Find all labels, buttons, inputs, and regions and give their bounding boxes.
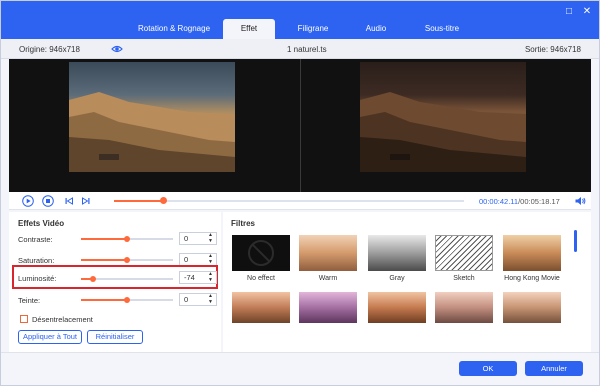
contrast-slider-fill bbox=[81, 238, 127, 240]
saturation-slider-handle[interactable] bbox=[124, 257, 130, 263]
apply-all-button[interactable]: Appliquer à Tout bbox=[18, 330, 82, 344]
contrast-stepper[interactable]: 0 ▲ ▼ bbox=[179, 232, 217, 245]
contrast-label: Contraste: bbox=[18, 235, 53, 244]
filter-thumb-row2-1[interactable] bbox=[232, 292, 290, 323]
filters-scrollbar[interactable] bbox=[574, 230, 577, 252]
restore-icon[interactable]: □ bbox=[563, 6, 575, 18]
progress-handle[interactable] bbox=[159, 197, 167, 204]
progress-fill bbox=[114, 200, 163, 202]
hue-slider-fill bbox=[81, 299, 127, 301]
stepper-arrows-icon[interactable]: ▲ ▼ bbox=[208, 293, 214, 305]
hue-slider-handle[interactable] bbox=[124, 297, 130, 303]
tab-bar: Rotation & Rognage Effet Filigrane Audio… bbox=[1, 19, 599, 39]
brightness-value: -74 bbox=[184, 273, 195, 282]
output-preview bbox=[301, 59, 591, 192]
effects-dialog: □ ✕ Rotation & Rognage Effet Filigrane A… bbox=[0, 0, 600, 386]
time-display: 00:00:42.11/00:05:18.17 bbox=[479, 197, 560, 206]
contrast-slider-handle[interactable] bbox=[124, 236, 130, 242]
next-frame-icon[interactable] bbox=[80, 195, 92, 207]
tab-effect[interactable]: Effet bbox=[223, 19, 275, 39]
brightness-stepper[interactable]: -74 ▲ ▼ bbox=[179, 271, 217, 284]
tab-audio[interactable]: Audio bbox=[353, 19, 399, 39]
filter-sketch-label: Sketch bbox=[453, 275, 475, 282]
stepper-arrows-icon[interactable]: ▲ ▼ bbox=[208, 253, 214, 265]
filter-thumb-row2-2[interactable] bbox=[299, 292, 357, 323]
hue-label: Teinte: bbox=[18, 296, 41, 305]
preview-area bbox=[9, 59, 591, 192]
tab-watermark[interactable]: Filigrane bbox=[287, 19, 339, 39]
tab-rotation-crop[interactable]: Rotation & Rognage bbox=[127, 19, 221, 39]
dialog-footer: OK Annuler bbox=[1, 352, 599, 385]
filter-thumb-row2-3[interactable] bbox=[368, 292, 426, 323]
stepper-arrows-icon[interactable]: ▲ ▼ bbox=[208, 232, 214, 244]
filters-title: Filtres bbox=[231, 219, 256, 228]
filter-hong-kong-movie-label: Hong Kong Movie bbox=[504, 275, 560, 282]
output-resolution: Sortie: 946x718 bbox=[524, 45, 581, 54]
eye-icon[interactable] bbox=[111, 44, 123, 54]
filter-gray[interactable] bbox=[368, 235, 426, 271]
brightness-label: Luminosité: bbox=[18, 274, 57, 283]
filter-warm[interactable] bbox=[299, 235, 357, 271]
source-resolution: Origine: 946x718 bbox=[19, 45, 80, 54]
filter-thumb-row2-5[interactable] bbox=[503, 292, 561, 323]
volume-icon[interactable] bbox=[574, 195, 586, 207]
previous-frame-icon[interactable] bbox=[63, 195, 75, 207]
play-icon[interactable] bbox=[22, 195, 34, 207]
filter-thumb-row2-4[interactable] bbox=[435, 292, 493, 323]
contrast-slider[interactable] bbox=[81, 236, 173, 242]
reset-button[interactable]: Réinitialiser bbox=[87, 330, 143, 344]
saturation-slider-fill bbox=[81, 259, 127, 261]
saturation-value: 0 bbox=[184, 255, 189, 264]
filter-no-effect[interactable] bbox=[232, 235, 290, 271]
filter-warm-label: Warm bbox=[318, 275, 338, 282]
close-icon[interactable]: ✕ bbox=[581, 6, 593, 18]
current-time: 00:00:42.11 bbox=[479, 197, 519, 206]
title-bar: □ ✕ Rotation & Rognage Effet Filigrane A… bbox=[1, 1, 599, 39]
filters-panel: Filtres No effect Warm Gray Sketch Hong … bbox=[223, 212, 591, 352]
info-bar: Origine: 946x718 1 naturel.ts Sortie: 94… bbox=[1, 39, 599, 59]
filter-gray-label: Gray bbox=[389, 275, 405, 282]
file-name: 1 naturel.ts bbox=[287, 45, 327, 54]
stepper-arrows-icon[interactable]: ▲ ▼ bbox=[208, 271, 214, 283]
contrast-value: 0 bbox=[184, 234, 189, 243]
saturation-slider[interactable] bbox=[81, 257, 173, 263]
cancel-button[interactable]: Annuler bbox=[525, 361, 583, 376]
original-preview bbox=[9, 59, 300, 192]
brightness-slider[interactable] bbox=[81, 276, 173, 282]
saturation-label: Saturation: bbox=[18, 256, 55, 265]
filter-sketch[interactable] bbox=[435, 235, 493, 271]
hue-value: 0 bbox=[184, 295, 189, 304]
brightness-slider-handle[interactable] bbox=[89, 276, 96, 282]
stop-icon[interactable] bbox=[42, 195, 54, 207]
deinterlace-checkbox[interactable] bbox=[20, 315, 28, 323]
hue-stepper[interactable]: 0 ▲ ▼ bbox=[179, 293, 217, 306]
original-video-frame bbox=[69, 62, 235, 172]
video-effects-title: Effets Vidéo bbox=[18, 219, 65, 228]
playback-bar: 00:00:42.11/00:05:18.17 bbox=[9, 192, 591, 210]
progress-track[interactable] bbox=[114, 197, 464, 204]
filter-hong-kong-movie[interactable] bbox=[503, 235, 561, 271]
filter-no-effect-label: No effect bbox=[247, 275, 275, 282]
ok-button[interactable]: OK bbox=[459, 361, 517, 376]
hue-slider[interactable] bbox=[81, 297, 173, 303]
tab-subtitle[interactable]: Sous-titre bbox=[409, 19, 475, 39]
total-time: 00:05:18.17 bbox=[520, 197, 560, 206]
video-effects-panel: Effets Vidéo Contraste: 0 ▲ ▼ Saturation:… bbox=[9, 212, 221, 352]
deinterlace-label: Désentrelacement bbox=[32, 315, 93, 324]
output-video-frame bbox=[360, 62, 526, 172]
no-effect-icon bbox=[248, 240, 274, 266]
